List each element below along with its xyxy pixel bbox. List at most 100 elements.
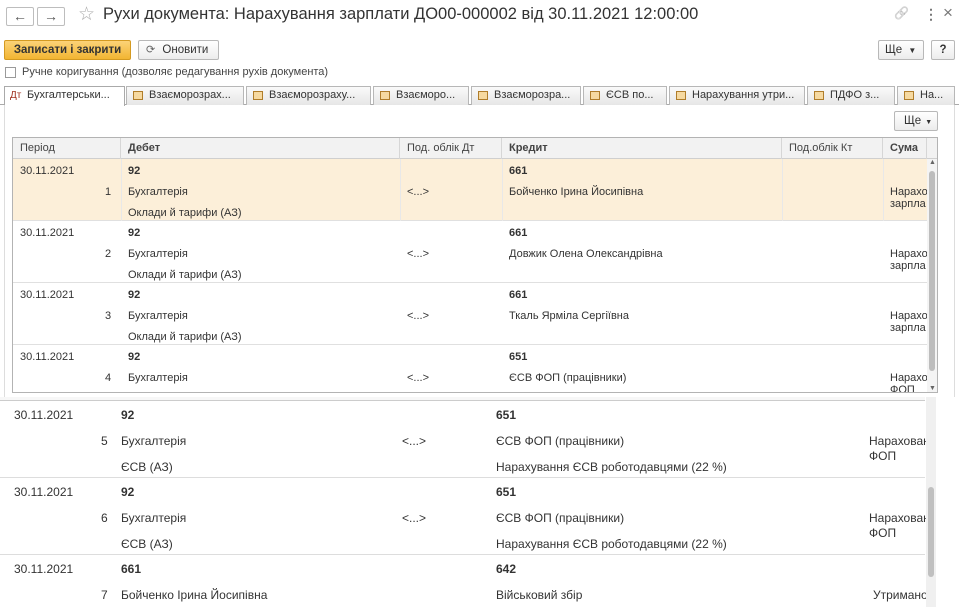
scrollbar-thumb[interactable] [929, 171, 935, 371]
debit-subconto-2: Оклади й тарифи (АЗ) [128, 269, 242, 281]
sub-dt-value: <...> [407, 248, 430, 260]
debit-subconto-2: Оклади й тарифи (АЗ) [128, 331, 242, 343]
star-icon[interactable]: ☆ [78, 3, 95, 26]
debit-subconto-1: Бухгалтерія [128, 310, 188, 322]
credit-subconto-1: Ткаль Ярміла Сергіївна [509, 310, 630, 322]
row-date: 30.11.2021 [14, 562, 74, 576]
register-icon [380, 91, 390, 100]
credit-account: 651 [496, 408, 517, 422]
debit-subconto-1: Бухгалтерія [128, 186, 188, 198]
debit-subconto-1: Бухгалтерія [121, 511, 187, 525]
table-row[interactable]: 30.11.2021 1 92 Бухгалтерія Оклади й тар… [13, 159, 928, 221]
col-sum[interactable]: Сума [883, 138, 927, 159]
help-button[interactable]: ? [931, 40, 955, 60]
credit-subconto-1: ЄСВ ФОП (працівники) [496, 434, 625, 448]
more-options-icon[interactable]: ⋮ [924, 6, 938, 23]
row-number: 5 [101, 434, 108, 448]
register-icon [590, 91, 600, 100]
debit-subconto-2: ЄСВ (АЗ) [121, 460, 173, 474]
row-number: 1 [105, 186, 112, 198]
col-credit[interactable]: Кредит [502, 138, 782, 159]
tab-settlements-1[interactable]: Взаєморозрах... [126, 86, 244, 105]
refresh-label: Оновити [162, 44, 209, 56]
tab-accounting[interactable]: Дт Бухгалтерськи... [4, 86, 125, 106]
scrollbar-thumb[interactable] [928, 487, 934, 577]
register-icon [133, 91, 143, 100]
tab-settlements-4[interactable]: Взаєморозра... [471, 86, 581, 105]
row-date: 30.11.2021 [14, 408, 74, 422]
sum-text-2: ФОП [869, 449, 897, 463]
col-sub-dt[interactable]: Под. облік Дт [400, 138, 502, 159]
link-icon[interactable]: 🔗 [894, 6, 909, 20]
grid-header: Період Дебет Под. облік Дт Кредит Под.об… [13, 138, 937, 159]
movements-grid[interactable]: Період Дебет Под. облік Дт Кредит Под.об… [12, 137, 938, 393]
sub-dt-value: <...> [402, 511, 427, 525]
table-row[interactable]: 30.11.2021 3 92 Бухгалтерія Оклади й тар… [13, 283, 928, 345]
sum-text-2: зарпла [890, 198, 926, 210]
credit-account: 651 [509, 351, 528, 363]
sum-text-1: Нарахо [890, 248, 928, 260]
col-debit[interactable]: Дебет [121, 138, 400, 159]
row-number: 4 [105, 372, 112, 384]
credit-subconto-1: ЄСВ ФОП (працівники) [496, 511, 625, 525]
save-and-close-button[interactable]: Записати і закрити [4, 40, 131, 60]
debit-account: 92 [128, 165, 141, 177]
credit-account: 661 [509, 227, 528, 239]
sum-text-1: Нарахо [890, 186, 928, 198]
table-row[interactable]: 30.11.2021 6 92 Бухгалтерія ЄСВ (АЗ) <..… [0, 478, 930, 555]
debit-subconto-2: Оклади й тарифи (АЗ) [128, 207, 242, 219]
debit-subconto-1: Бухгалтерія [128, 248, 188, 260]
tab-accruals[interactable]: Нарахування утри... [669, 86, 805, 105]
row-date: 30.11.2021 [20, 351, 75, 363]
table-row[interactable]: 30.11.2021 7 661 Бойченко Ірина Йосипівн… [0, 555, 928, 607]
scroll-down-icon[interactable]: ▼ [929, 385, 936, 392]
chevron-down-icon: ▼ [925, 119, 933, 126]
more-label: Ще [885, 44, 903, 56]
table-row[interactable]: 30.11.2021 2 92 Бухгалтерія Оклади й тар… [13, 221, 928, 283]
row-date: 30.11.2021 [14, 485, 74, 499]
register-icon [253, 91, 263, 100]
back-button[interactable]: ← [6, 7, 34, 26]
manual-edit-checkbox[interactable] [5, 67, 16, 78]
tab-esv[interactable]: ЄСВ по... [583, 86, 667, 105]
scroll-up-icon[interactable]: ▲ [929, 159, 936, 166]
lower-grid[interactable]: 30.11.2021 5 92 Бухгалтерія ЄСВ (АЗ) <..… [0, 397, 959, 607]
lower-scrollbar[interactable] [926, 397, 936, 607]
debit-account: 92 [128, 289, 141, 301]
arrow-right-icon: → [44, 8, 58, 24]
refresh-button[interactable]: ⟳ Оновити [138, 40, 219, 60]
accounting-icon: Дт [10, 90, 22, 101]
arrow-left-icon: ← [13, 8, 27, 24]
manual-edit-label: Ручне коригування (дозволяє редагування … [22, 66, 329, 78]
grid-scrollbar[interactable]: ▲ ▼ [927, 159, 937, 392]
forward-button[interactable]: → [37, 7, 65, 26]
col-sub-kt[interactable]: Под.облік Кт [782, 138, 883, 159]
debit-subconto-2: ЄСВ (АЗ) [121, 537, 173, 551]
credit-subconto-1: Бойченко Ірина Йосипівна [509, 186, 644, 198]
credit-account: 661 [509, 289, 528, 301]
sum-text-2: ФОП [890, 384, 915, 393]
sum-text-1: Нарахован [869, 434, 930, 448]
debit-subconto-1: Бухгалтерія [121, 434, 187, 448]
more-button[interactable]: Ще ▼ [878, 40, 924, 60]
credit-subconto-1: ЄСВ ФОП (працівники) [509, 372, 627, 384]
credit-subconto-2: Нарахування ЄСВ роботодавцями (22 %) [496, 460, 727, 474]
tab-settlements-2[interactable]: Взаєморозраху... [246, 86, 371, 105]
grid-more-button[interactable]: Ще ▼ [894, 111, 938, 131]
sum-text-1: Нарахо [890, 310, 928, 322]
tab-bar: Дт Бухгалтерськи... Взаєморозрах... Взаєм… [0, 86, 959, 106]
tab-settlements-3[interactable]: Взаєморо... [373, 86, 469, 105]
sub-dt-value: <...> [407, 372, 430, 384]
register-icon [478, 91, 488, 100]
credit-account: 661 [509, 165, 528, 177]
table-row[interactable]: 30.11.2021 5 92 Бухгалтерія ЄСВ (АЗ) <..… [0, 401, 930, 478]
table-row[interactable]: 30.11.2021 4 92 Бухгалтерія <...> 651 ЄС… [13, 345, 928, 393]
sub-dt-value: <...> [407, 310, 430, 322]
tab-pdfo[interactable]: ПДФО з... [807, 86, 895, 105]
tab-more[interactable]: На... [897, 86, 955, 105]
close-icon[interactable]: × [943, 3, 953, 23]
debit-subconto-1: Бухгалтерія [128, 372, 188, 384]
window-title: Рухи документа: Нарахування зарплати ДО0… [103, 5, 699, 23]
sum-text-2: зарпла [890, 260, 926, 272]
col-period[interactable]: Період [13, 138, 121, 159]
